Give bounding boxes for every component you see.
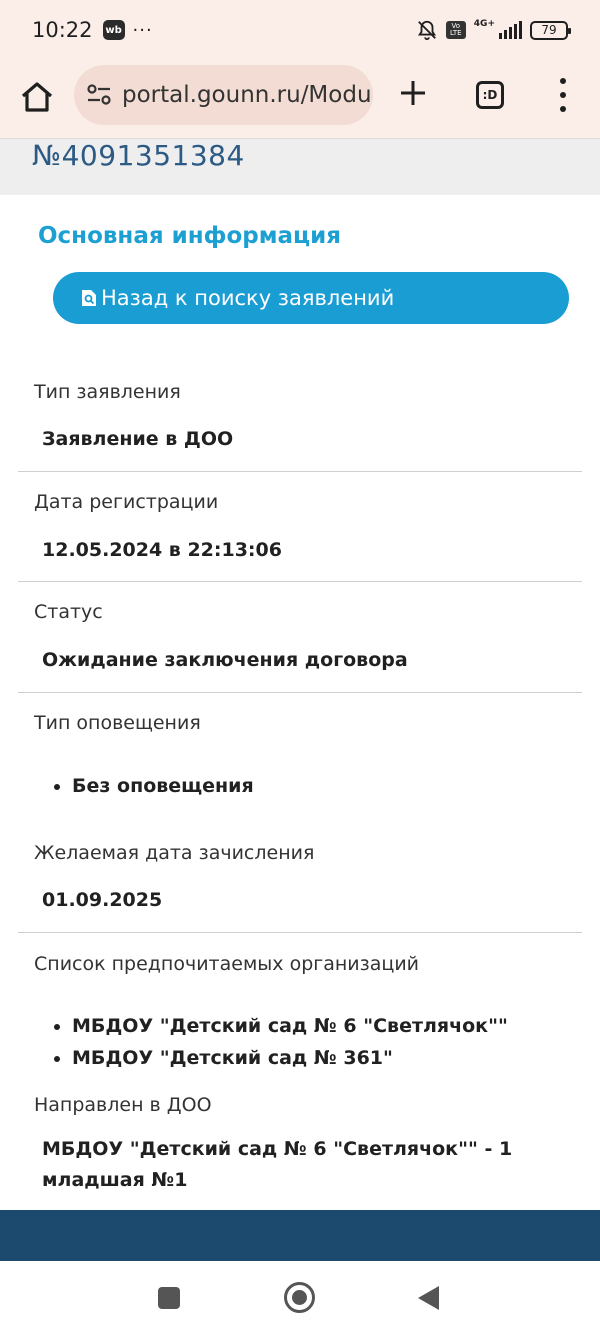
more-notifications-icon: ···	[132, 19, 153, 41]
application-number: №4091351384	[32, 139, 245, 172]
nav-back-icon[interactable]	[418, 1286, 439, 1310]
notification-list: Без оповещения	[42, 770, 254, 802]
divider	[18, 581, 582, 582]
back-to-search-button[interactable]: Назад к поиску заявлений	[53, 272, 569, 324]
nav-home-icon[interactable]	[284, 1282, 315, 1313]
volte-icon: Vo LTE	[445, 21, 466, 39]
desired-date-value: 01.09.2025	[42, 889, 163, 911]
directed-to-label: Направлен в ДОО	[34, 1094, 212, 1116]
status-bar: 10:22 wb ··· Vo LTE 4G+ 79	[0, 0, 600, 60]
network-type: 4G+	[473, 19, 495, 29]
address-bar[interactable]: portal.gounn.ru/Modu	[74, 65, 373, 125]
home-icon[interactable]	[18, 78, 56, 116]
type-label: Тип заявления	[34, 381, 181, 403]
type-value: Заявление в ДОО	[42, 428, 234, 450]
status-icons: Vo LTE 4G+ 79	[416, 19, 571, 41]
url-text[interactable]: portal.gounn.ru/Modu	[122, 82, 372, 108]
notification-label: Тип оповещения	[34, 712, 201, 734]
status-label: Статус	[34, 601, 103, 623]
recents-icon[interactable]	[158, 1287, 180, 1309]
status-time: 10:22	[32, 18, 93, 42]
desired-date-label: Желаемая дата зачисления	[34, 842, 315, 864]
list-item: МБДОУ "Детский сад № 6 "Светлячок""	[42, 1010, 508, 1042]
more-vert-icon[interactable]	[556, 78, 570, 112]
list-item: Без оповещения	[42, 770, 254, 802]
section-title: Основная информация	[38, 223, 341, 249]
divider	[18, 932, 582, 933]
signal-icon	[499, 21, 522, 39]
page-header: №4091351384	[0, 138, 600, 195]
list-item: МБДОУ "Детский сад № 361"	[42, 1042, 508, 1074]
plus-icon[interactable]	[398, 78, 428, 108]
tune-icon[interactable]	[86, 83, 112, 107]
status-value: Ожидание заключения договора	[42, 649, 408, 671]
preferred-orgs-label: Список предпочитаемых организаций	[34, 953, 420, 975]
registration-date-label: Дата регистрации	[34, 491, 219, 513]
page-footer	[0, 1210, 600, 1261]
browser-toolbar: portal.gounn.ru/Modu :D	[0, 60, 600, 138]
battery-icon: 79	[530, 20, 571, 40]
system-nav-bar	[0, 1261, 600, 1332]
search-document-icon	[82, 290, 96, 306]
divider	[18, 471, 582, 472]
registration-date-value: 12.05.2024 в 22:13:06	[42, 539, 282, 561]
wb-app-icon: wb	[102, 20, 125, 40]
back-to-search-label: Назад к поиску заявлений	[101, 286, 395, 310]
directed-to-value: МБДОУ "Детский сад № 6 "Светлячок"" - 1 …	[42, 1138, 513, 1191]
tab-switcher-icon[interactable]: :D	[476, 81, 504, 109]
bell-off-icon	[417, 20, 436, 41]
preferred-orgs-list: МБДОУ "Детский сад № 6 "Светлячок"" МБДО…	[42, 1010, 508, 1074]
divider	[18, 692, 582, 693]
